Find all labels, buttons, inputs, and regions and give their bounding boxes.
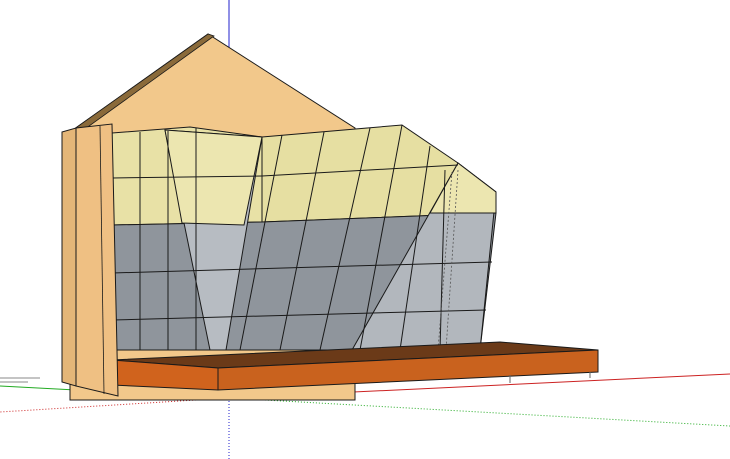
side-panel-front[interactable] [75, 123, 119, 397]
side-panel[interactable] [61, 123, 119, 397]
ground-marker [0, 377, 40, 383]
green-axis-dotted [228, 397, 730, 427]
climbing-wall[interactable] [111, 124, 497, 351]
side-panel-back [61, 127, 77, 387]
modeling-viewport[interactable] [0, 0, 730, 459]
scene-canvas[interactable] [0, 0, 730, 459]
